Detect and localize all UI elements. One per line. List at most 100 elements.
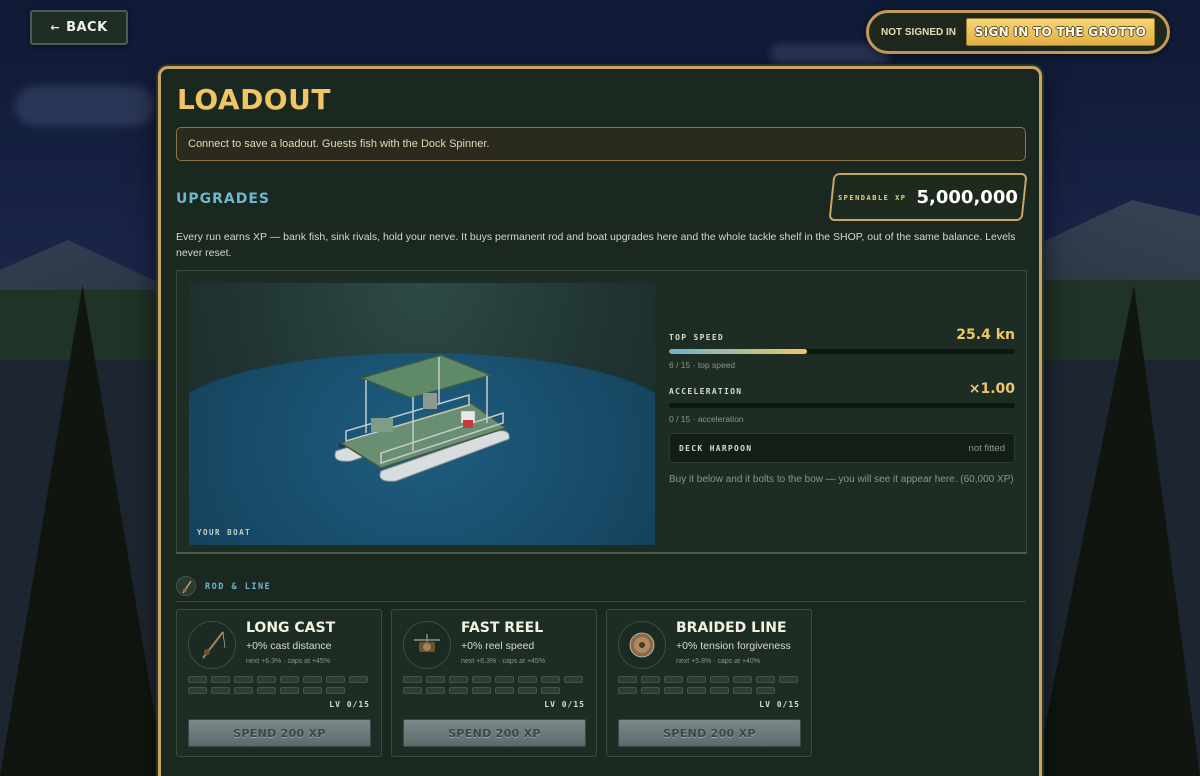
level-pip: [426, 687, 445, 694]
level-pip: [779, 676, 798, 683]
card-level: LV 0/15: [759, 700, 800, 709]
pontoon-boat-icon: [334, 354, 510, 482]
level-pip: [618, 687, 637, 694]
card-level: LV 0/15: [544, 700, 585, 709]
deck-harpoon-slot: DECK HARPOON not fitted: [669, 433, 1015, 463]
spend-xp-button[interactable]: SPEND 200 XP: [403, 719, 586, 747]
spendable-xp-value: 5,000,000: [916, 186, 1018, 208]
level-pip: [326, 676, 345, 683]
level-pip: [326, 687, 345, 694]
back-arrow-icon: ←: [50, 21, 61, 34]
stat-bar: [669, 403, 1015, 408]
level-pip: [641, 676, 660, 683]
level-pip: [518, 687, 537, 694]
upgrade-cards: LONG CAST +0% cast distance next +6.3% ·…: [176, 609, 1026, 759]
rod-line-title: ROD & LINE: [205, 582, 272, 592]
card-next: next +5.8% · caps at +40%: [676, 658, 761, 665]
cloud: [15, 86, 155, 126]
rod-line-header: ROD & LINE: [176, 574, 1026, 602]
level-pip: [756, 687, 775, 694]
harpoon-label: DECK HARPOON: [679, 443, 753, 453]
sign-in-button[interactable]: SIGN IN TO THE GROTTO: [966, 18, 1155, 46]
stat-sub: 6 / 15 · top speed: [669, 360, 736, 370]
level-pip: [472, 687, 491, 694]
level-pip: [541, 687, 560, 694]
level-pip: [280, 687, 299, 694]
level-pip: [710, 676, 729, 683]
forest: [1030, 280, 1200, 360]
boat-section: YOUR BOAT TOP SPEED 25.4 kn 6 / 15 · top…: [176, 270, 1027, 554]
account-status: NOT SIGNED IN SIGN IN TO THE GROTTO: [866, 10, 1170, 54]
card-level: LV 0/15: [329, 700, 370, 709]
line-spool-icon: [618, 621, 666, 669]
upgrade-card-braided-line: BRAIDED LINE +0% tension forgiveness nex…: [606, 609, 812, 757]
level-pip: [472, 676, 491, 683]
spend-xp-button[interactable]: SPEND 200 XP: [618, 719, 801, 747]
spendable-xp-badge: SPENDABLE XP 5,000,000: [828, 173, 1028, 221]
level-pip: [188, 687, 207, 694]
card-title: LONG CAST: [246, 620, 336, 636]
level-pip: [495, 687, 514, 694]
level-pips: [618, 676, 800, 694]
spendable-xp-label: SPENDABLE XP: [838, 193, 907, 201]
stat-bar-fill: [669, 349, 808, 354]
boat-stats: TOP SPEED 25.4 kn 6 / 15 · top speed ACC…: [669, 283, 1015, 545]
level-pip: [234, 676, 253, 683]
level-pip: [733, 676, 752, 683]
page-title: LOADOUT: [177, 83, 331, 116]
level-pip: [618, 676, 637, 683]
reel-icon: [403, 621, 451, 669]
level-pip: [449, 687, 468, 694]
back-button[interactable]: ← BACK: [30, 10, 128, 45]
level-pip: [403, 687, 422, 694]
level-pip: [664, 676, 683, 683]
stat-label: ACCELERATION: [669, 387, 743, 396]
upgrades-description: Every run earns XP — bank fish, sink riv…: [176, 231, 1016, 259]
level-pips: [188, 676, 370, 694]
harpoon-note: Buy it below and it bolts to the bow — y…: [669, 474, 1014, 485]
back-label: BACK: [66, 20, 108, 35]
stat-bar: [669, 349, 1015, 354]
boat-preview[interactable]: YOUR BOAT: [189, 283, 655, 545]
stat-value: 25.4 kn: [956, 327, 1015, 343]
level-pip: [211, 676, 230, 683]
fishing-rod-icon: [176, 576, 196, 596]
upgrades-heading: UPGRADES: [176, 191, 271, 207]
level-pip: [687, 676, 706, 683]
card-effect: +0% tension forgiveness: [676, 640, 791, 652]
stat-value: ×1.00: [968, 381, 1015, 397]
level-pip: [303, 676, 322, 683]
level-pip: [257, 687, 276, 694]
stat-sub: 0 / 15 · acceleration: [669, 414, 744, 424]
not-signed-in-text: NOT SIGNED IN: [881, 26, 957, 38]
stat-top-speed: TOP SPEED 25.4 kn 6 / 15 · top speed: [669, 327, 1015, 370]
card-effect: +0% reel speed: [461, 640, 535, 652]
level-pip: [518, 676, 537, 683]
level-pip: [541, 676, 560, 683]
level-pip: [564, 676, 583, 683]
level-pip: [641, 687, 660, 694]
fishing-rod-icon: [188, 621, 236, 669]
card-next: next +6.3% · caps at +45%: [461, 658, 546, 665]
card-effect: +0% cast distance: [246, 640, 332, 652]
card-title: FAST REEL: [461, 620, 544, 636]
card-title: BRAIDED LINE: [676, 620, 787, 636]
upgrade-card-long-cast: LONG CAST +0% cast distance next +6.3% ·…: [176, 609, 382, 757]
level-pip: [234, 687, 253, 694]
stat-acceleration: ACCELERATION ×1.00 0 / 15 · acceleration: [669, 381, 1015, 424]
upgrade-card-fast-reel: FAST REEL +0% reel speed next +6.3% · ca…: [391, 609, 597, 757]
level-pip: [426, 676, 445, 683]
level-pip: [257, 676, 276, 683]
level-pip: [403, 676, 422, 683]
spend-xp-button[interactable]: SPEND 200 XP: [188, 719, 371, 747]
level-pip: [449, 676, 468, 683]
level-pip: [495, 676, 514, 683]
loadout-panel: LOADOUT Connect to save a loadout. Guest…: [158, 66, 1042, 776]
level-pip: [733, 687, 752, 694]
level-pip: [188, 676, 207, 683]
level-pip: [687, 687, 706, 694]
harpoon-status: not fitted: [968, 442, 1005, 454]
level-pips: [403, 676, 585, 694]
your-boat-label: YOUR BOAT: [197, 528, 252, 537]
level-pip: [280, 676, 299, 683]
